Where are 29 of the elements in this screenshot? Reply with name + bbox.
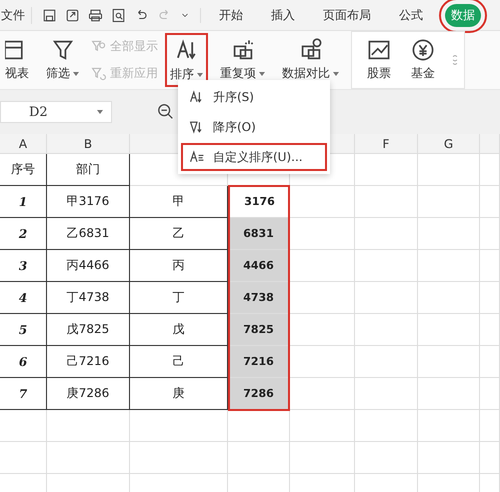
table-cell: 5 xyxy=(0,314,47,346)
table-cell: 部门 xyxy=(47,154,130,186)
table-cell: 4466 xyxy=(228,250,290,282)
table-cell: 6 xyxy=(0,346,47,378)
table-cell: 2 xyxy=(0,218,47,250)
table-cell: 7825 xyxy=(228,314,290,346)
table-cell: 丙4466 xyxy=(47,250,130,282)
table-cell: 丁 xyxy=(130,282,228,314)
table-cell: 庚 xyxy=(130,378,228,410)
table-cell: 丁4738 xyxy=(47,282,130,314)
table-cell: 1 xyxy=(0,186,47,218)
table-cell: 乙6831 xyxy=(47,218,130,250)
table-cell: 4 xyxy=(0,282,47,314)
table-cell: 3 xyxy=(0,250,47,282)
table-cell: 丙 xyxy=(130,250,228,282)
table-cell: 7 xyxy=(0,378,47,410)
table-cell: 戊7825 xyxy=(47,314,130,346)
table-cell: 甲3176 xyxy=(47,186,130,218)
table-cell: 戊 xyxy=(130,314,228,346)
table-cell: 己 xyxy=(130,346,228,378)
table-cell: 7286 xyxy=(228,378,290,410)
table-cell: 7216 xyxy=(228,346,290,378)
table-cell: 序号 xyxy=(0,154,47,186)
table-cell: 庚7286 xyxy=(47,378,130,410)
table-cell: 4738 xyxy=(228,282,290,314)
table-cell: 甲 xyxy=(130,186,228,218)
table-cell: 己7216 xyxy=(47,346,130,378)
table-cell: 乙 xyxy=(130,218,228,250)
table-cell: 6831 xyxy=(228,218,290,250)
